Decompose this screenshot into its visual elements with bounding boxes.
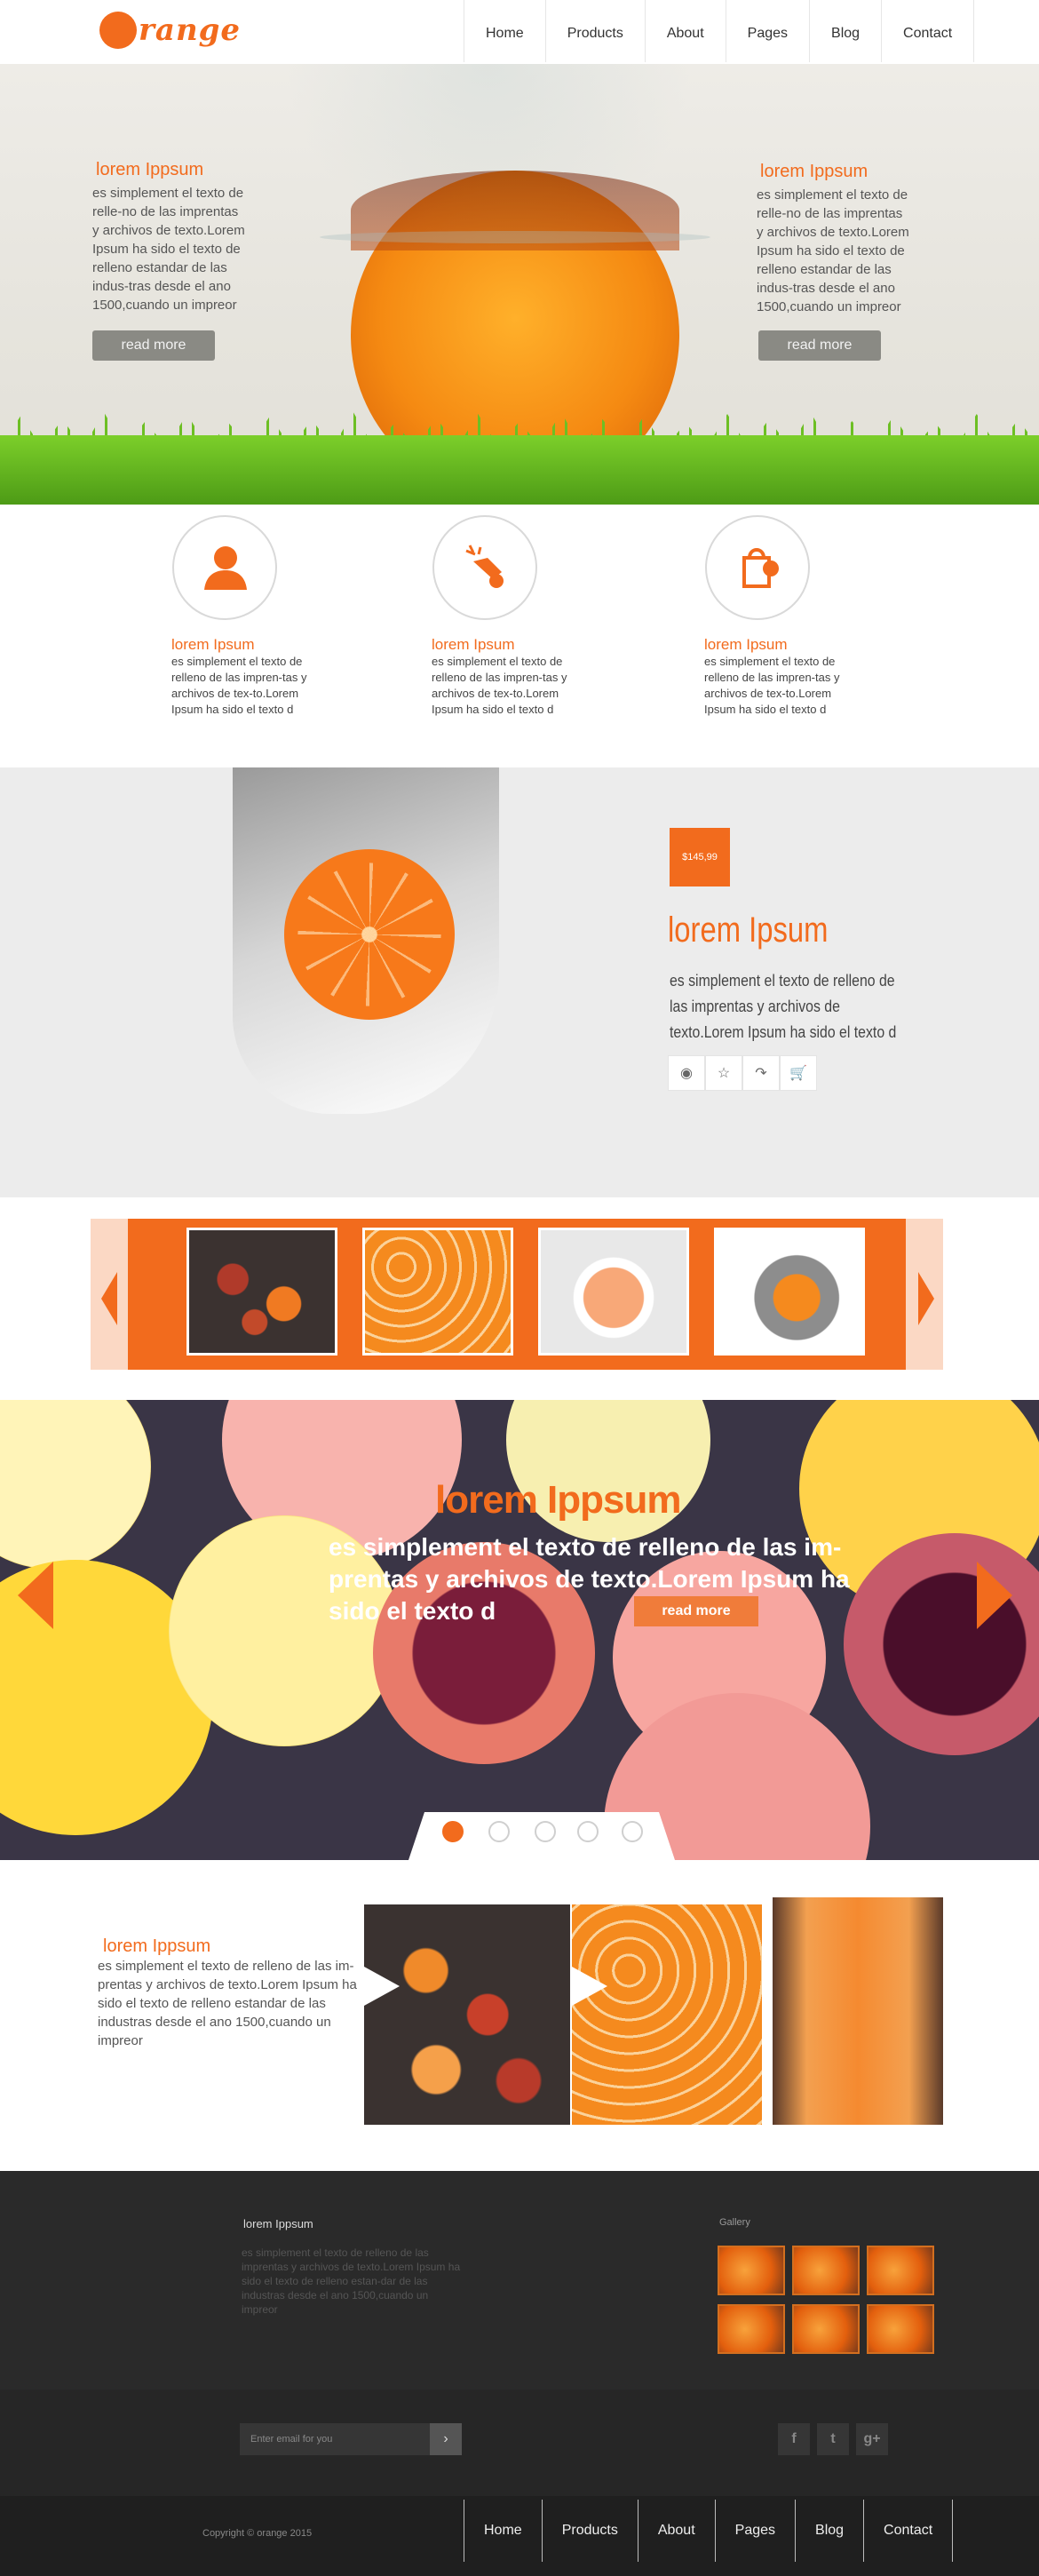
feature-1: lorem Ipsum es simplement el texto de re…	[171, 515, 331, 718]
share-icon[interactable]: ↷	[742, 1055, 780, 1091]
footer-nav-blog[interactable]: Blog	[796, 2500, 865, 2562]
nav-pages[interactable]: Pages	[726, 0, 811, 62]
feature-3-text: es simplement el texto de relleno de las…	[704, 655, 840, 716]
slider-dot-5[interactable]	[622, 1821, 643, 1842]
feature-1-text: es simplement el texto de relleno de las…	[171, 655, 307, 716]
grass-base	[0, 435, 1039, 505]
footer-gallery-thumb-2[interactable]	[792, 2246, 860, 2295]
slider-next-arrow[interactable]	[977, 1562, 1012, 1629]
gallery-image-1[interactable]	[364, 1904, 570, 2125]
footer-nav-products[interactable]: Products	[543, 2500, 638, 2562]
slider-dot-2[interactable]	[488, 1821, 510, 1842]
feature-3-circle[interactable]	[705, 515, 810, 620]
carousel-prev-arrow[interactable]	[101, 1272, 117, 1325]
footer-about-text: es simplement el texto de relleno de las…	[242, 2246, 461, 2316]
footer-nav: Home Products About Pages Blog Contact	[464, 2500, 954, 2562]
orange-logo-icon	[99, 12, 137, 49]
nav-blog[interactable]: Blog	[810, 0, 883, 62]
carousel-thumb-3[interactable]	[538, 1228, 689, 1356]
slider-prev-arrow[interactable]	[18, 1562, 53, 1629]
nav-about[interactable]: About	[646, 0, 726, 62]
price-badge: $145,99	[670, 828, 730, 886]
page: { "header": { "logo_text": "range", "nav…	[0, 0, 1039, 2576]
footer-nav-about[interactable]: About	[638, 2500, 716, 2562]
footer-nav-pages[interactable]: Pages	[716, 2500, 797, 2562]
email-input[interactable]: Enter email for you	[240, 2423, 430, 2455]
footer-gallery-thumb-5[interactable]	[792, 2304, 860, 2354]
hand-gesture-icon	[465, 545, 504, 588]
nav-home[interactable]: Home	[464, 0, 546, 62]
slider-text: es simplement el texto de relleno de las…	[329, 1533, 850, 1625]
slider-read-more-button[interactable]: read more	[634, 1596, 758, 1626]
eye-icon[interactable]: ◉	[668, 1055, 705, 1091]
gallery-image-2[interactable]	[572, 1904, 762, 2125]
footer-about-title: lorem Ippsum	[243, 2217, 313, 2230]
product-actions: ◉ ☆ ↷ 🛒	[668, 1055, 817, 1091]
citrus-slider	[0, 1400, 1039, 1860]
product-description: es simplement el texto de relleno de las…	[670, 972, 897, 1041]
hero-left-read-more-button[interactable]: read more	[92, 330, 215, 361]
gallery-image-3[interactable]	[773, 1897, 943, 2125]
shopping-bag-icon	[742, 548, 779, 588]
person-icon	[204, 546, 247, 590]
header: range Home Products About Pages Blog Con…	[0, 0, 1039, 64]
hero-left-title: lorem Ippsum	[96, 160, 204, 179]
gallery-body: es simplement el texto de relleno de las…	[98, 1959, 357, 2048]
carousel-thumb-1[interactable]	[186, 1228, 337, 1356]
footer-gallery-thumb-3[interactable]	[867, 2246, 934, 2295]
hero-right-body: es simplement el texto de relle-no de la…	[757, 187, 909, 314]
copyright-text: Copyright © orange 2015	[202, 2528, 313, 2539]
footer-gallery-thumb-1[interactable]	[718, 2246, 785, 2295]
feature-3: lorem Ipsum es simplement el texto de re…	[704, 515, 864, 718]
feature-2-text: es simplement el texto de relleno de las…	[432, 655, 567, 716]
footer-gallery-thumb-4[interactable]	[718, 2304, 785, 2354]
gallery-pointer-2	[572, 1967, 607, 2006]
water-surface	[320, 231, 710, 243]
star-icon[interactable]: ☆	[705, 1055, 742, 1091]
logo[interactable]: range	[99, 5, 241, 55]
facebook-icon[interactable]: f	[778, 2423, 810, 2455]
slider-dot-4[interactable]	[577, 1821, 599, 1842]
gallery-title: lorem Ippsum	[103, 1936, 211, 1956]
cart-icon[interactable]: 🛒	[780, 1055, 817, 1091]
main-nav: Home Products About Pages Blog Contact	[464, 0, 975, 62]
lemon-slice	[0, 1400, 151, 1569]
nav-products[interactable]: Products	[546, 0, 646, 62]
slider-dot-1[interactable]	[442, 1821, 464, 1842]
carousel-thumb-4[interactable]	[714, 1228, 865, 1356]
hero-left-body: es simplement el texto de relle-no de la…	[92, 186, 245, 313]
footer-gallery-thumb-6[interactable]	[867, 2304, 934, 2354]
google-plus-icon[interactable]: g+	[856, 2423, 888, 2455]
carousel-thumb-2[interactable]	[362, 1228, 513, 1356]
feature-1-title: lorem Ipsum	[171, 636, 255, 653]
footer-nav-contact[interactable]: Contact	[864, 2500, 954, 2562]
footer-gallery-title: Gallery	[719, 2217, 750, 2228]
hero-left-text: lorem Ippsum es simplement el texto de r…	[92, 160, 248, 314]
logo-text: range	[139, 12, 242, 48]
feature-2: lorem Ipsum es simplement el texto de re…	[432, 515, 591, 718]
feature-3-title: lorem Ipsum	[704, 636, 788, 653]
twitter-icon[interactable]: t	[817, 2423, 849, 2455]
feature-1-circle[interactable]	[172, 515, 277, 620]
nav-contact[interactable]: Contact	[882, 0, 975, 62]
feature-2-title: lorem Ipsum	[432, 636, 515, 653]
slider-dot-3[interactable]	[535, 1821, 556, 1842]
gallery-text: lorem Ippsum es simplement el texto de r…	[98, 1936, 364, 2050]
email-submit-button[interactable]: ›	[430, 2423, 462, 2455]
gallery-pointer-1	[364, 1967, 400, 2006]
product-title: lorem Ipsum	[668, 910, 829, 950]
hero-right-read-more-button[interactable]: read more	[758, 330, 881, 361]
slider-title: lorem Ippsum	[435, 1478, 681, 1522]
hero-right-title: lorem Ippsum	[760, 162, 868, 181]
footer-nav-home[interactable]: Home	[464, 2500, 543, 2562]
feature-2-circle[interactable]	[432, 515, 537, 620]
carousel-next-arrow[interactable]	[918, 1272, 934, 1325]
hero-right-text: lorem Ippsum es simplement el texto de r…	[757, 162, 912, 316]
